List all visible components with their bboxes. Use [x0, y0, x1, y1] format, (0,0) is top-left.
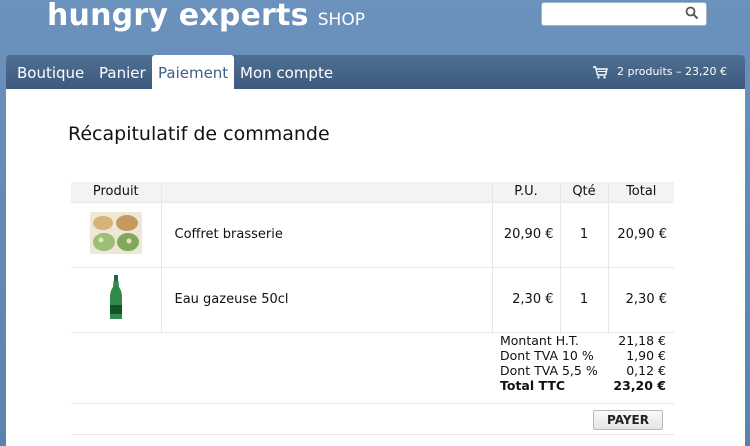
shopping-cart-icon — [593, 66, 609, 79]
water-bottle-image[interactable] — [106, 274, 126, 321]
payment-cell — [71, 403, 674, 435]
summary-value-total: 23,20 € — [613, 378, 666, 393]
search-box — [541, 2, 707, 26]
product-image-cell — [71, 202, 162, 268]
line-total: 20,90 € — [608, 202, 674, 268]
nav-paiement[interactable]: Paiement — [152, 55, 235, 89]
unit-price: 2,30 € — [492, 267, 561, 333]
main-content: Récapitulatif de commande Produit P.U. Q… — [6, 89, 745, 446]
nav-boutique[interactable]: Boutique — [11, 55, 90, 89]
summary-label-total: Total TTC — [500, 378, 566, 393]
header-spacer — [161, 182, 493, 203]
brand-suffix: SHOP — [317, 10, 365, 30]
summary-value-tva-10: 1,90 € — [626, 348, 666, 363]
summary-label-ht: Montant H.T. — [500, 333, 579, 348]
header-unit-price: P.U. — [492, 182, 561, 203]
header-quantity: Qté — [560, 182, 609, 203]
product-image-cell — [71, 267, 162, 333]
nav-mon-compte[interactable]: Mon compte — [234, 55, 339, 89]
search-icon[interactable] — [685, 6, 699, 20]
header-product: Produit — [71, 182, 162, 203]
summary-value-tva-5-5: 0,12 € — [626, 363, 666, 378]
header-total: Total — [608, 182, 674, 203]
table-row: Coffret brasserie 20,90 € 1 20,90 € — [71, 202, 674, 268]
quantity: 1 — [560, 267, 609, 333]
page: hungry experts SHOP Boutique Panier Paie… — [0, 0, 750, 446]
summary-value-ht: 21,18 € — [618, 333, 666, 348]
table-header: Produit P.U. Qté Total — [71, 182, 674, 203]
quantity: 1 — [560, 202, 609, 268]
brand-name: hungry experts — [47, 0, 309, 33]
summary-label-tva-10: Dont TVA 10 % — [500, 348, 594, 363]
cart-summary-text: 2 produits – 23,20 € — [616, 65, 727, 78]
nav-panier[interactable]: Panier — [93, 55, 152, 89]
search-input[interactable] — [548, 4, 683, 25]
table-row: Eau gazeuse 50cl 2,30 € 1 2,30 € — [71, 267, 674, 333]
pay-button[interactable]: PAYER — [593, 410, 663, 430]
brand-logo[interactable]: hungry experts SHOP — [47, 0, 365, 33]
payment-row — [71, 403, 674, 435]
meal-box-image[interactable] — [89, 211, 143, 255]
order-table: Produit P.U. Qté Total Coffret brasserie… — [71, 182, 674, 435]
unit-price: 20,90 € — [492, 202, 561, 268]
summary-label-tva-5-5: Dont TVA 5,5 % — [500, 363, 598, 378]
product-name: Eau gazeuse 50cl — [161, 267, 493, 333]
main-navigation: Boutique Panier Paiement Mon compte 2 pr… — [6, 55, 745, 89]
page-title: Récapitulatif de commande — [68, 123, 330, 145]
cart-summary[interactable]: 2 produits – 23,20 € — [592, 55, 727, 89]
product-name: Coffret brasserie — [161, 202, 493, 268]
line-total: 2,30 € — [608, 267, 674, 333]
